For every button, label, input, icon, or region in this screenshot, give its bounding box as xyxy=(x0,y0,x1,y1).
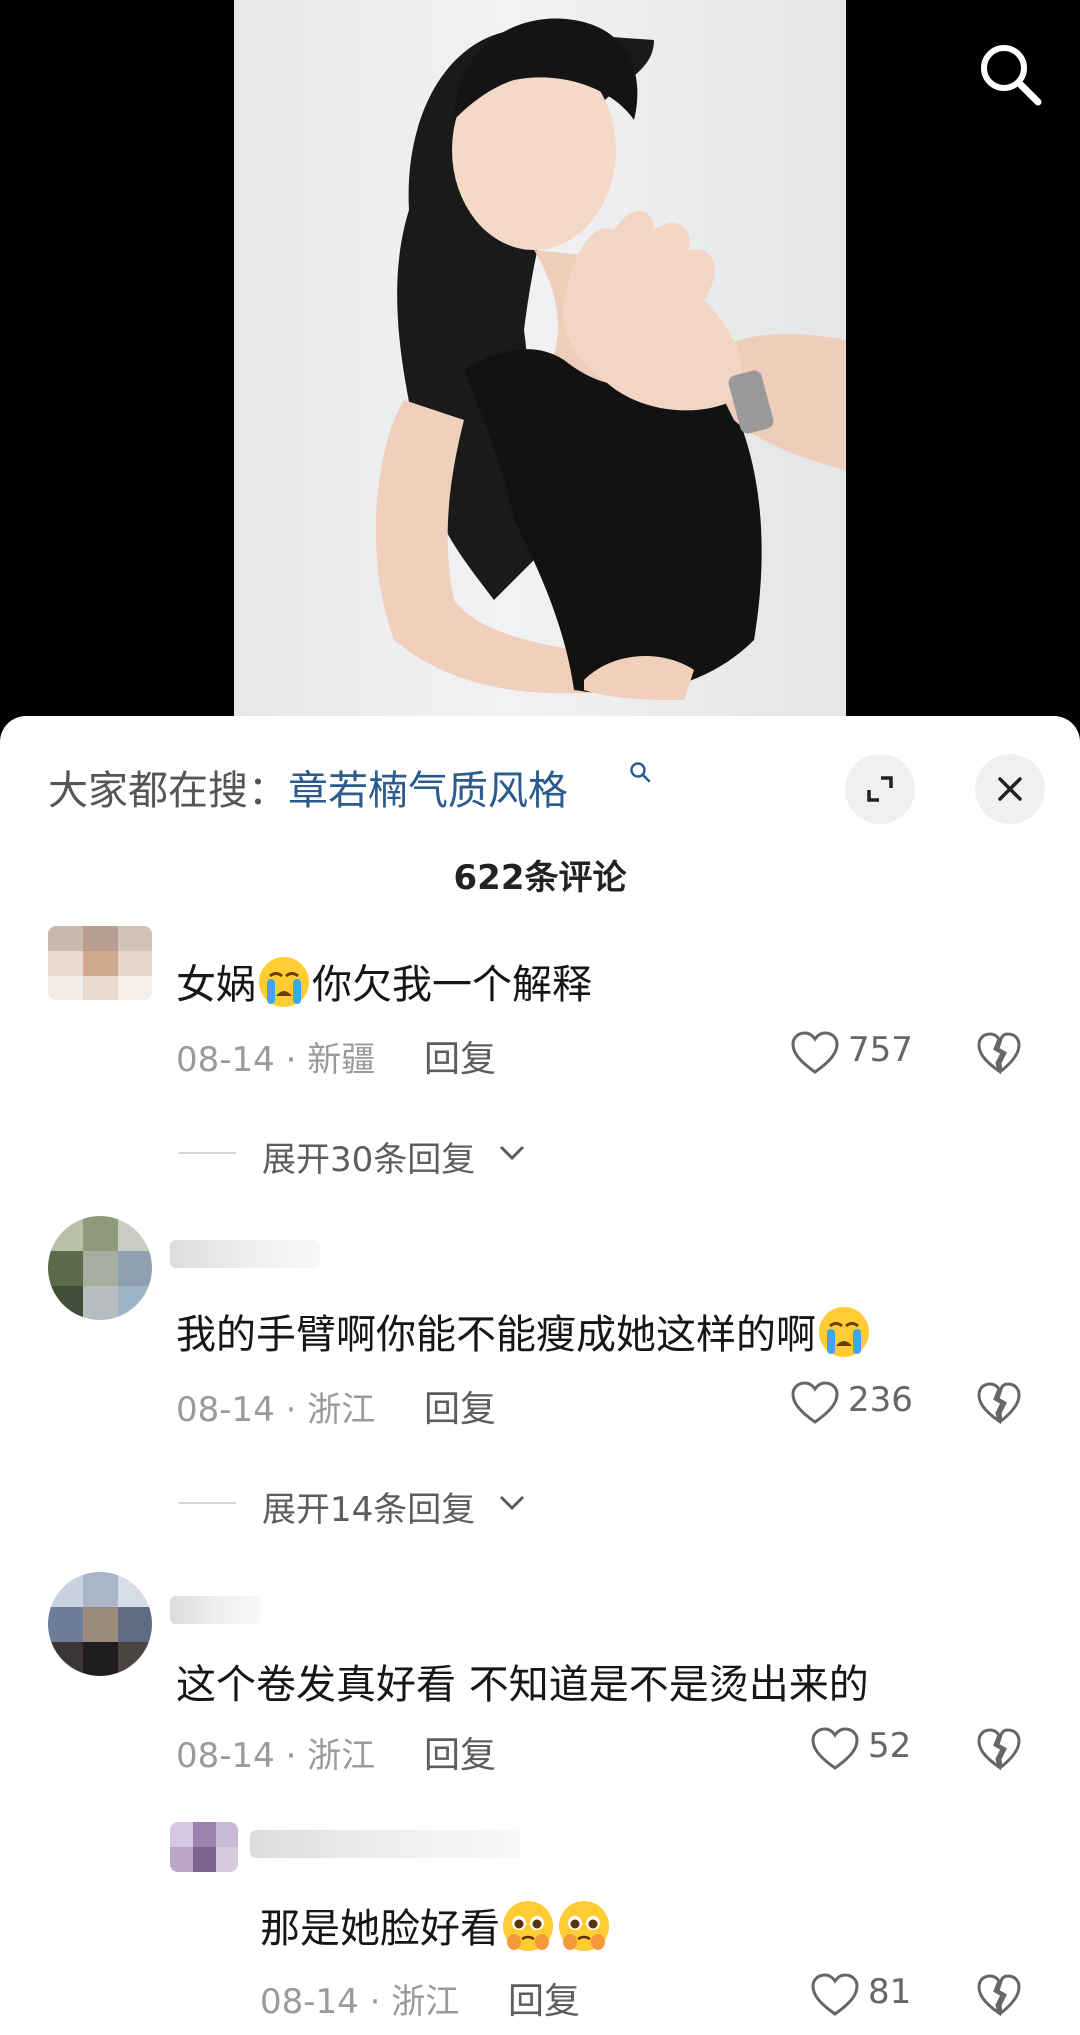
reply-button[interactable]: 回复 xyxy=(424,1380,496,1432)
video-player[interactable] xyxy=(0,0,1080,735)
comment-text: 女娲 你欠我一个解释 xyxy=(176,952,592,1010)
video-frame xyxy=(234,0,846,735)
like-count: 81 xyxy=(868,1972,912,2012)
expand-replies[interactable]: 展开14条回复 xyxy=(178,1482,578,1530)
comment-sheet: 大家都在搜：章若楠气质风格 622条评论 女娲 你欠我一个解释 08-14 · … xyxy=(0,716,1080,2035)
comment-meta: 08-14 · 浙江 xyxy=(176,1390,376,1430)
pleading-face-emoji xyxy=(556,1898,612,1954)
hot-search-bar[interactable]: 大家都在搜：章若楠气质风格 xyxy=(48,758,568,816)
username-blurred[interactable] xyxy=(170,1240,320,1268)
expand-button[interactable] xyxy=(845,754,915,824)
hot-search-query[interactable]: 章若楠气质风格 xyxy=(288,768,568,814)
reply-button[interactable]: 回复 xyxy=(508,1972,580,2024)
pleading-face-emoji xyxy=(500,1898,556,1954)
divider xyxy=(178,1152,236,1154)
comment-meta: 08-14 · 浙江 xyxy=(176,1736,376,1776)
comment-text: 我的手臂啊你能不能瘦成她这样的啊 xyxy=(176,1302,872,1360)
avatar[interactable] xyxy=(48,926,152,1000)
comment-text: 那是她脸好看 xyxy=(260,1896,612,1954)
expand-icon xyxy=(867,776,893,802)
divider xyxy=(178,1502,236,1504)
crying-face-emoji xyxy=(816,1304,872,1360)
broken-heart-icon[interactable] xyxy=(976,1727,1022,1773)
like-count: 757 xyxy=(848,1030,913,1070)
expand-replies[interactable]: 展开30条回复 xyxy=(178,1132,578,1180)
comment-meta: 08-14 · 浙江 xyxy=(260,1982,460,2022)
heart-icon[interactable] xyxy=(790,1380,840,1426)
broken-heart-icon[interactable] xyxy=(976,1031,1022,1077)
like-count: 52 xyxy=(868,1726,912,1766)
magnifier-icon xyxy=(628,760,652,784)
username-blurred[interactable] xyxy=(170,1596,260,1624)
avatar[interactable] xyxy=(48,1572,152,1676)
search-icon[interactable] xyxy=(972,36,1048,112)
like-count: 236 xyxy=(848,1380,913,1420)
crying-face-emoji xyxy=(256,954,312,1010)
heart-icon[interactable] xyxy=(810,1726,860,1772)
username-blurred[interactable] xyxy=(250,1830,520,1858)
comment-text: 这个卷发真好看 不知道是不是烫出来的 xyxy=(176,1662,869,1708)
hot-search-label: 大家都在搜： xyxy=(48,768,288,814)
avatar[interactable] xyxy=(170,1822,238,1872)
heart-icon[interactable] xyxy=(810,1972,860,2018)
reply-button[interactable]: 回复 xyxy=(424,1030,496,1082)
broken-heart-icon[interactable] xyxy=(976,1381,1022,1427)
close-icon xyxy=(998,777,1022,801)
chevron-down-icon xyxy=(496,1142,528,1164)
heart-icon[interactable] xyxy=(790,1030,840,1076)
chevron-down-icon xyxy=(496,1492,528,1514)
comment-meta: 08-14 · 新疆 xyxy=(176,1040,376,1080)
comment-count: 622条评论 xyxy=(453,858,627,898)
avatar[interactable] xyxy=(48,1216,152,1320)
close-button[interactable] xyxy=(975,754,1045,824)
broken-heart-icon[interactable] xyxy=(976,1973,1022,2019)
reply-button[interactable]: 回复 xyxy=(424,1726,496,1778)
